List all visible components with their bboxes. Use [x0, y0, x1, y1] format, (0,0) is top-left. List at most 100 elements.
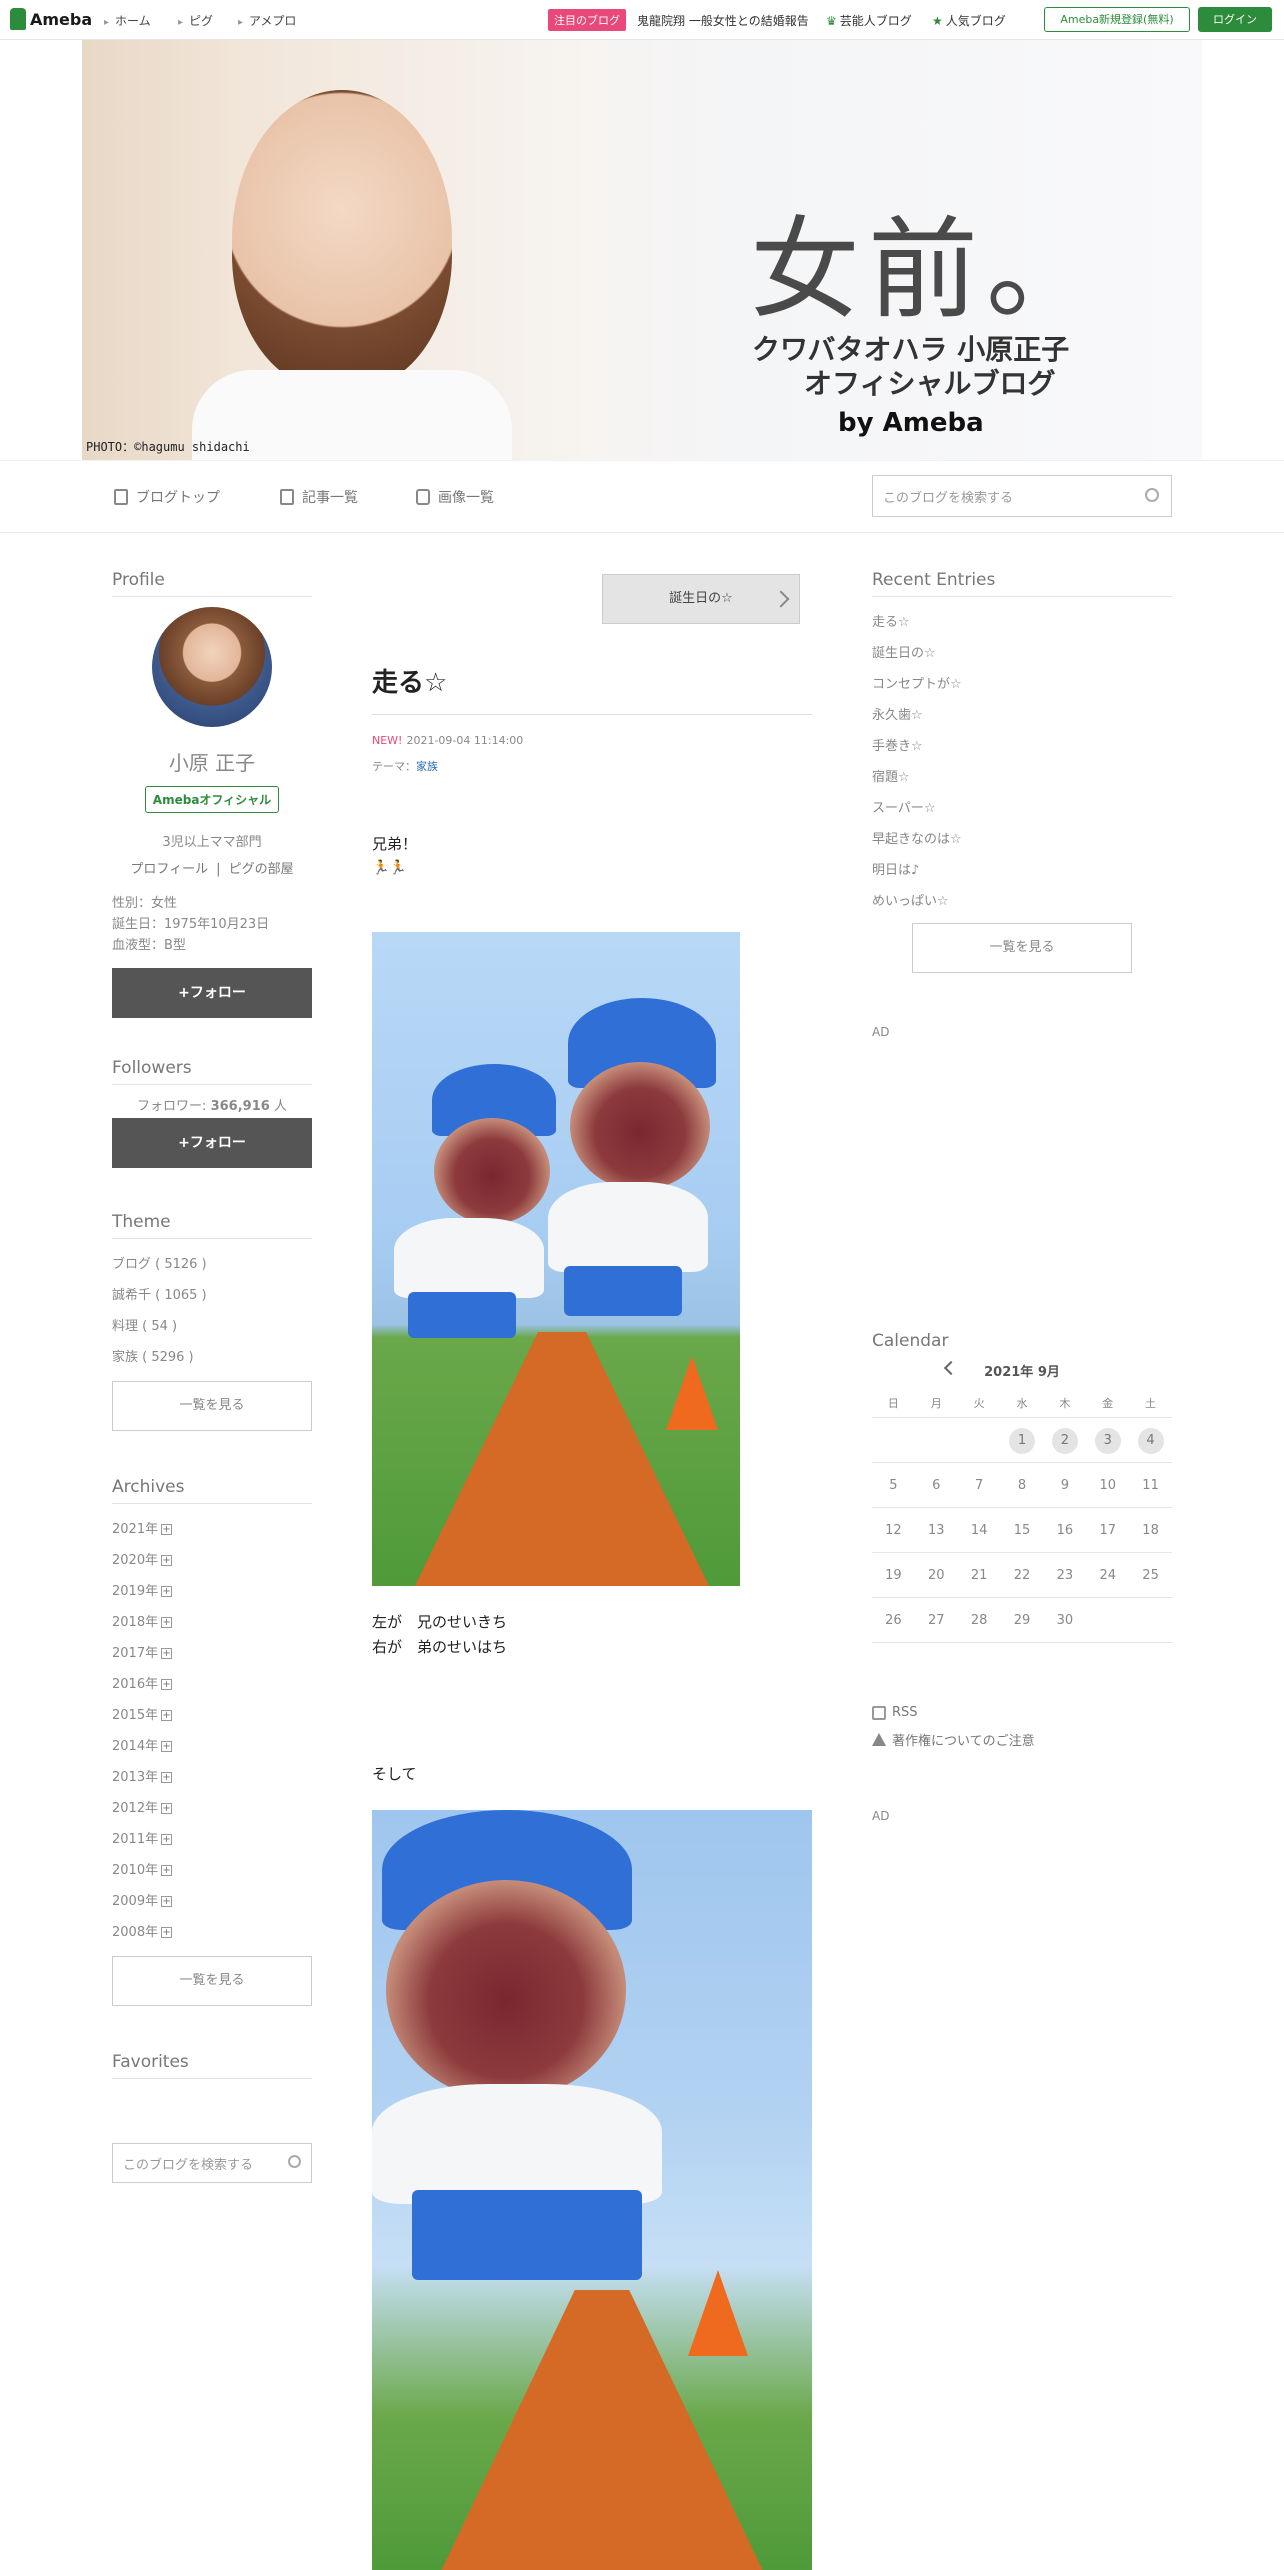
- calendar-day[interactable]: 1: [1000, 1418, 1044, 1463]
- theme-title: Theme: [112, 1212, 312, 1239]
- subnav-blog-top[interactable]: ブログトップ: [114, 487, 220, 507]
- calendar-weekday: 月: [914, 1390, 958, 1418]
- theme-item[interactable]: 誠希千 ( 1065 ): [112, 1280, 312, 1311]
- archive-year-label: 2021年: [112, 1522, 159, 1537]
- archive-year[interactable]: 2010年 +: [112, 1855, 312, 1886]
- archive-year[interactable]: 2011年 +: [112, 1824, 312, 1855]
- recent-entry-link[interactable]: 手巻き☆: [872, 731, 1172, 762]
- blog-search-input[interactable]: このブログを検索する: [872, 475, 1172, 517]
- article-title[interactable]: 走る☆: [372, 662, 447, 699]
- expand-plus-icon[interactable]: +: [161, 1524, 173, 1535]
- article-datetime: 2021-09-04 11:14:00: [406, 734, 524, 747]
- expand-plus-icon[interactable]: +: [161, 1617, 173, 1628]
- face-left: [434, 1118, 550, 1224]
- calendar-day: 21: [957, 1553, 1001, 1598]
- archive-year[interactable]: 2009年 +: [112, 1886, 312, 1917]
- calendar-day: 6: [914, 1463, 958, 1508]
- popular-blog-link[interactable]: ★ 人気ブログ: [932, 12, 1006, 29]
- archive-year[interactable]: 2021年 +: [112, 1514, 312, 1545]
- follow-button[interactable]: +フォロー: [112, 968, 312, 1018]
- subnav-images[interactable]: 画像一覧: [416, 487, 494, 507]
- theme-item[interactable]: 家族 ( 5296 ): [112, 1342, 312, 1373]
- login-button[interactable]: ログイン: [1198, 7, 1272, 32]
- expand-plus-icon[interactable]: +: [161, 1865, 173, 1876]
- recent-entry-link[interactable]: めいっぱい☆: [872, 886, 1172, 917]
- expand-plus-icon[interactable]: +: [161, 1772, 173, 1783]
- recent-entry-link[interactable]: 宿題☆: [872, 762, 1172, 793]
- recent-entry-link[interactable]: 早起きなのは☆: [872, 824, 1172, 855]
- profile-link[interactable]: プロフィール: [122, 862, 216, 877]
- blog-header-banner[interactable]: 女前。 クワバタオハラ 小原正子 オフィシャルブログ by Ameba PHOT…: [82, 40, 1202, 460]
- calendar-day: 5: [872, 1463, 915, 1508]
- expand-plus-icon[interactable]: +: [161, 1927, 173, 1938]
- recent-entry-link[interactable]: 明日は♪: [872, 855, 1172, 886]
- calendar-day-number: 19: [885, 1568, 902, 1583]
- calendar-day: 15: [1000, 1508, 1044, 1553]
- article-image-1[interactable]: [372, 932, 740, 1586]
- profile-blood: 血液型：B型: [112, 938, 186, 953]
- avatar[interactable]: [152, 607, 272, 727]
- expand-plus-icon[interactable]: +: [161, 1710, 173, 1721]
- archives-see-all-button[interactable]: 一覧を見る: [112, 1956, 312, 2006]
- recent-entry-link[interactable]: 誕生日の☆: [872, 638, 1172, 669]
- calendar-day[interactable]: 4: [1129, 1418, 1172, 1463]
- calendar-day: 25: [1129, 1553, 1172, 1598]
- search-icon[interactable]: [288, 2155, 301, 2168]
- expand-plus-icon[interactable]: +: [161, 1679, 173, 1690]
- expand-plus-icon[interactable]: +: [161, 1834, 173, 1845]
- profile-name[interactable]: 小原 正子: [112, 747, 312, 776]
- archive-year[interactable]: 2018年 +: [112, 1607, 312, 1638]
- expand-plus-icon[interactable]: +: [161, 1803, 173, 1814]
- nav-pigg[interactable]: ピグ: [178, 12, 213, 29]
- expand-plus-icon[interactable]: +: [161, 1896, 173, 1907]
- archive-year[interactable]: 2013年 +: [112, 1762, 312, 1793]
- calendar-day[interactable]: 2: [1043, 1418, 1087, 1463]
- archive-year[interactable]: 2014年 +: [112, 1731, 312, 1762]
- expand-plus-icon[interactable]: +: [161, 1555, 173, 1566]
- recent-entry-link[interactable]: コンセプトが☆: [872, 669, 1172, 700]
- theme-item[interactable]: ブログ ( 5126 ): [112, 1249, 312, 1280]
- archive-year[interactable]: 2012年 +: [112, 1793, 312, 1824]
- nav-amepro[interactable]: アメプロ: [238, 12, 296, 29]
- recent-entry-link[interactable]: 走る☆: [872, 607, 1172, 638]
- celeb-blog-label: 芸能人ブログ: [839, 14, 912, 28]
- next-post-button[interactable]: 誕生日の☆: [602, 574, 800, 624]
- recent-see-all-button[interactable]: 一覧を見る: [912, 923, 1132, 973]
- article-image-2[interactable]: [372, 1810, 812, 2570]
- archive-year[interactable]: 2008年 +: [112, 1917, 312, 1948]
- header-by-ameba: by Ameba: [838, 408, 984, 438]
- calendar-day: 18: [1129, 1508, 1172, 1553]
- expand-plus-icon[interactable]: +: [161, 1648, 173, 1659]
- register-button[interactable]: Ameba新規登録(無料): [1044, 7, 1190, 32]
- rss-link[interactable]: RSS: [872, 1705, 1172, 1720]
- pickup-link[interactable]: 鬼龍院翔 一般女性との結婚報告: [637, 12, 809, 29]
- recent-entry-link[interactable]: スーパー☆: [872, 793, 1172, 824]
- archive-year[interactable]: 2015年 +: [112, 1700, 312, 1731]
- archive-year[interactable]: 2020年 +: [112, 1545, 312, 1576]
- theme-link[interactable]: 家族: [416, 760, 438, 773]
- subnav-entries[interactable]: 記事一覧: [280, 487, 358, 507]
- archive-year[interactable]: 2019年 +: [112, 1576, 312, 1607]
- copyright-link[interactable]: 著作権についてのご注意: [872, 1730, 1172, 1749]
- calendar-prev-icon[interactable]: [943, 1360, 959, 1376]
- nav-home[interactable]: ホーム: [104, 12, 151, 29]
- shirt-right: [548, 1182, 708, 1272]
- calendar-day[interactable]: 3: [1086, 1418, 1130, 1463]
- follow-button-2[interactable]: +フォロー: [112, 1118, 312, 1168]
- ameba-logo[interactable]: Ameba: [10, 8, 92, 30]
- calendar-day-number: 14: [970, 1523, 988, 1538]
- theme-see-all-button[interactable]: 一覧を見る: [112, 1381, 312, 1431]
- expand-plus-icon[interactable]: +: [161, 1586, 173, 1597]
- pigg-room-link[interactable]: ピグの部屋: [221, 862, 302, 877]
- search-icon[interactable]: [1145, 488, 1159, 502]
- header-portrait: [232, 90, 452, 390]
- recent-entry-link[interactable]: 永久歯☆: [872, 700, 1172, 731]
- theme-item[interactable]: 料理 ( 54 ): [112, 1311, 312, 1342]
- archive-year-label: 2012年: [112, 1801, 159, 1816]
- sidebar-search-input[interactable]: このブログを検索する: [112, 2143, 312, 2183]
- archive-year[interactable]: 2017年 +: [112, 1638, 312, 1669]
- archive-year[interactable]: 2016年 +: [112, 1669, 312, 1700]
- expand-plus-icon[interactable]: +: [161, 1741, 173, 1752]
- calendar-day-number: 29: [1013, 1613, 1031, 1628]
- celeb-blog-link[interactable]: ♛ 芸能人ブログ: [826, 12, 912, 29]
